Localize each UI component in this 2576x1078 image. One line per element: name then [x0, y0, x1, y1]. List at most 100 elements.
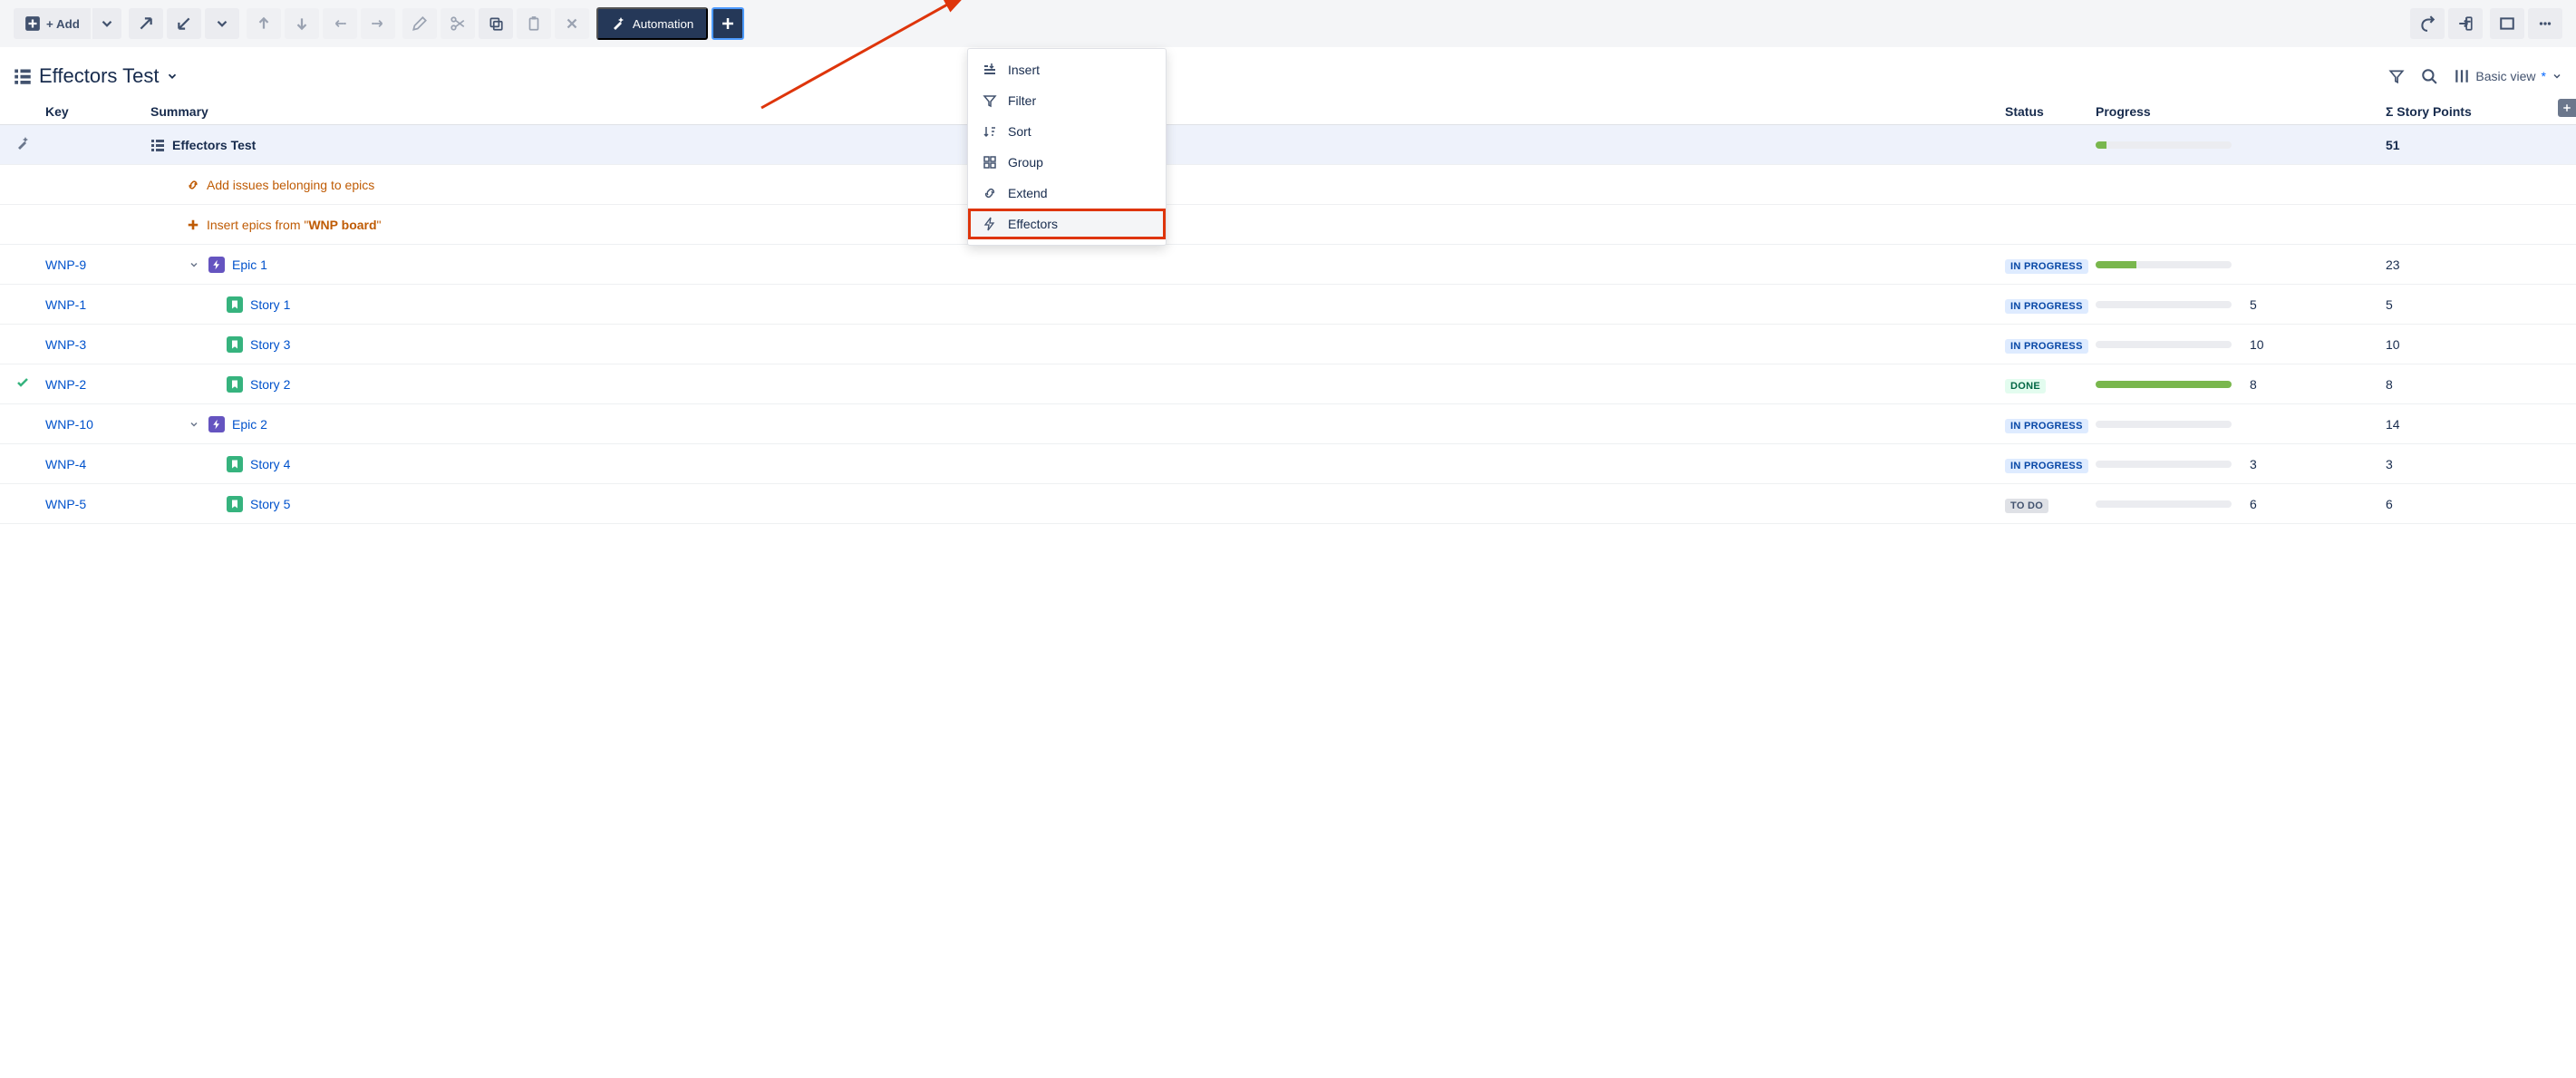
progress-bar — [2096, 341, 2232, 348]
move-down-button[interactable] — [285, 8, 319, 39]
col-header-status[interactable]: Status — [2005, 104, 2096, 119]
view-selector[interactable]: Basic view* — [2454, 68, 2562, 84]
issue-key-link[interactable]: WNP-9 — [45, 257, 86, 272]
sort-icon — [983, 124, 997, 139]
scissors-icon — [450, 15, 466, 32]
group-icon — [983, 155, 997, 170]
table-row[interactable]: WNP-4Story 4IN PROGRESS33 — [0, 444, 2576, 484]
issue-key-link[interactable]: WNP-4 — [45, 457, 86, 471]
paste-button[interactable] — [517, 8, 551, 39]
issue-key-link[interactable]: WNP-10 — [45, 417, 93, 432]
automation-group: Automation — [596, 7, 744, 40]
more-button[interactable] — [2528, 8, 2562, 39]
cell-key: WNP-4 — [45, 457, 150, 471]
outdent-icon — [332, 15, 348, 32]
expand-caret-button[interactable] — [205, 8, 239, 39]
dropdown-item-extend[interactable]: Extend — [968, 178, 1166, 209]
col-header-progress[interactable]: Progress — [2096, 104, 2250, 119]
story-icon — [227, 376, 243, 393]
issue-key-link[interactable]: WNP-3 — [45, 337, 86, 352]
expand-all-button[interactable] — [129, 8, 163, 39]
cell-summary: Story 2 — [150, 376, 2005, 393]
edit-button[interactable] — [402, 8, 437, 39]
view-group — [2490, 8, 2562, 39]
status-badge: IN PROGRESS — [2005, 339, 2088, 354]
structure-name: Effectors Test — [39, 64, 159, 88]
expander[interactable] — [187, 419, 201, 430]
issue-key-link[interactable]: WNP-5 — [45, 497, 86, 511]
chevron-down-icon — [189, 419, 199, 430]
dropdown-item-effectors[interactable]: Effectors — [968, 209, 1166, 239]
status-badge: TO DO — [2005, 499, 2048, 513]
col-header-sp2[interactable]: Σ Story Points — [2386, 104, 2576, 119]
copy-icon — [488, 15, 504, 32]
cell-summary: Epic 1 — [150, 257, 2005, 273]
table-row-action[interactable]: Insert epics from "WNP board" — [0, 205, 2576, 245]
issue-summary-link[interactable]: Epic 1 — [232, 257, 267, 272]
table-row-root[interactable]: Effectors Test 51 — [0, 125, 2576, 165]
delete-button[interactable] — [555, 8, 589, 39]
issue-key-link[interactable]: WNP-1 — [45, 297, 86, 312]
issue-summary-link[interactable]: Story 3 — [250, 337, 290, 352]
view-label: Basic view — [2475, 69, 2535, 83]
structure-icon — [150, 138, 165, 152]
col-header-sp1[interactable] — [2250, 104, 2386, 119]
structure-title-dropdown[interactable]: Effectors Test — [14, 64, 179, 88]
table-row[interactable]: WNP-5Story 5TO DO66 — [0, 484, 2576, 524]
issue-summary-link[interactable]: Story 5 — [250, 497, 290, 511]
table-row[interactable]: WNP-1Story 1IN PROGRESS55 — [0, 285, 2576, 325]
cell-progress — [2096, 261, 2250, 268]
issue-summary-link[interactable]: Story 1 — [250, 297, 290, 312]
outdent-button[interactable] — [323, 8, 357, 39]
toggle-panel-button[interactable] — [2490, 8, 2524, 39]
cell-sp2: 6 — [2386, 497, 2576, 511]
issue-summary-link[interactable]: Epic 2 — [232, 417, 267, 432]
structure-icon — [14, 67, 32, 85]
cell-sp2: 8 — [2386, 377, 2576, 392]
table-row[interactable]: WNP-3Story 3IN PROGRESS1010 — [0, 325, 2576, 364]
cell-sp1: 3 — [2250, 457, 2386, 471]
table-row[interactable]: WNP-10Epic 2IN PROGRESS14 — [0, 404, 2576, 444]
dropdown-item-group[interactable]: Group — [968, 147, 1166, 178]
share-button[interactable] — [2410, 8, 2445, 39]
table-row[interactable]: WNP-2Story 2DONE88 — [0, 364, 2576, 404]
issue-summary-link[interactable]: Story 4 — [250, 457, 290, 471]
automation-button[interactable]: Automation — [596, 7, 708, 40]
table-row[interactable]: WNP-9Epic 1IN PROGRESS23 — [0, 245, 2576, 285]
cell-status: IN PROGRESS — [2005, 417, 2096, 432]
dropdown-item-sort[interactable]: Sort — [968, 116, 1166, 147]
add-caret-button[interactable] — [92, 8, 121, 39]
chevron-down-icon — [214, 15, 230, 32]
dropdown-item-filter[interactable]: Filter — [968, 85, 1166, 116]
search-icon[interactable] — [2421, 68, 2437, 84]
progress-bar — [2096, 261, 2232, 268]
dropdown-item-insert[interactable]: Insert — [968, 54, 1166, 85]
progress-bar — [2096, 301, 2232, 308]
cell-sp2: 5 — [2386, 297, 2576, 312]
dropdown-label: Extend — [1008, 186, 1048, 200]
add-generator-button[interactable] — [712, 7, 744, 40]
cell-summary: Story 4 — [150, 456, 2005, 472]
collapse-all-button[interactable] — [167, 8, 201, 39]
move-group — [247, 8, 395, 39]
export-button[interactable] — [2448, 8, 2483, 39]
filter-icon[interactable] — [2388, 68, 2405, 84]
indent-button[interactable] — [361, 8, 395, 39]
table-row-action[interactable]: Add issues belonging to epics — [0, 165, 2576, 205]
cut-button[interactable] — [441, 8, 475, 39]
arrow-down-icon — [294, 15, 310, 32]
expander[interactable] — [187, 259, 201, 270]
dropdown-label: Sort — [1008, 124, 1031, 139]
add-column-button[interactable] — [2558, 99, 2576, 117]
add-button[interactable]: + Add — [14, 8, 91, 39]
copy-button[interactable] — [479, 8, 513, 39]
issue-key-link[interactable]: WNP-2 — [45, 377, 86, 392]
structure-header: Effectors Test Basic view* Insert Filter… — [0, 48, 2576, 99]
move-up-button[interactable] — [247, 8, 281, 39]
cell-sp1: 10 — [2250, 337, 2386, 352]
col-header-key[interactable]: Key — [45, 104, 150, 119]
epic-icon — [208, 257, 225, 273]
issue-summary-link[interactable]: Story 2 — [250, 377, 290, 392]
status-badge: IN PROGRESS — [2005, 459, 2088, 473]
plus-square-icon — [24, 15, 41, 32]
